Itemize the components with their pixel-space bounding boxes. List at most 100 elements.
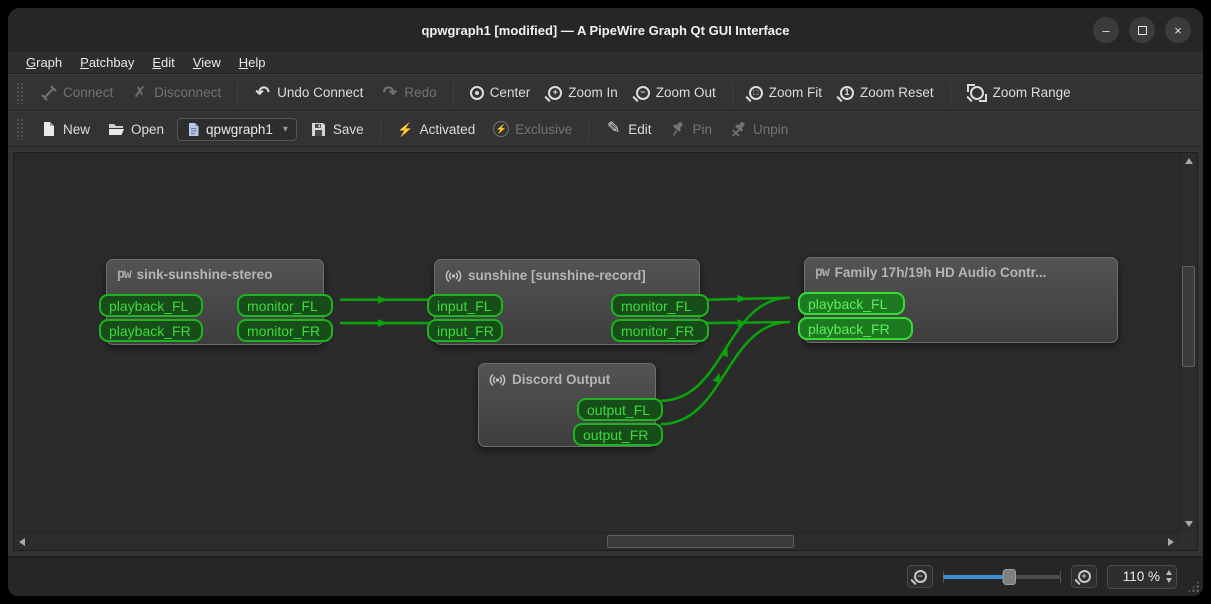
port-input-fr[interactable]: input_FR <box>427 319 503 342</box>
connect-button[interactable]: Connect <box>31 80 122 105</box>
redo-icon: ↷ <box>381 84 398 101</box>
title-bar[interactable]: qpwgraph1 [modified] — A PipeWire Graph … <box>8 8 1203 52</box>
edit-button[interactable]: ✎ Edit <box>596 117 660 142</box>
port-playback-fr[interactable]: playback_FR <box>798 317 913 340</box>
node-sink-sunshine-stereo[interactable]: pw sink-sunshine-stereo playback_FL play… <box>106 259 324 345</box>
audio-app-icon <box>489 371 506 388</box>
center-label: Center <box>490 85 531 100</box>
port-monitor-fr[interactable]: monitor_FR <box>237 319 333 342</box>
open-button[interactable]: Open <box>99 117 173 142</box>
node-sunshine[interactable]: sunshine [sunshine-record] input_FL inpu… <box>434 259 700 345</box>
scrollbar-corner <box>1179 532 1197 550</box>
spin-down-button[interactable] <box>1166 578 1172 583</box>
exclusive-label: Exclusive <box>515 122 572 137</box>
menu-bar: Graph Patchbay Edit View Help <box>8 52 1203 74</box>
activated-lightning-icon: ⚡ <box>397 121 414 138</box>
vertical-scrollbar[interactable] <box>1179 153 1197 532</box>
center-icon <box>470 86 484 100</box>
toolbar-separator <box>950 81 951 105</box>
zoom-range-button[interactable]: Zoom Range <box>958 80 1080 106</box>
open-folder-icon <box>108 121 125 138</box>
horizontal-scrollbar[interactable] <box>14 532 1179 550</box>
node-discord-output[interactable]: Discord Output output_FL output_FR <box>478 363 656 447</box>
redo-button[interactable]: ↷ Redo <box>372 80 445 105</box>
pipewire-icon: pw <box>117 267 131 282</box>
zoom-in-button[interactable]: + Zoom In <box>539 81 627 104</box>
patchbay-selector[interactable]: qpwgraph1 ▾ <box>177 118 297 141</box>
scroll-down-button[interactable] <box>1181 516 1197 532</box>
port-monitor-fl[interactable]: monitor_FL <box>237 294 333 317</box>
zoom-range-label: Zoom Range <box>993 85 1071 100</box>
menu-patchbay[interactable]: Patchbay <box>72 54 142 71</box>
graph-canvas[interactable]: pw sink-sunshine-stereo playback_FL play… <box>14 153 1179 532</box>
scroll-left-button[interactable] <box>14 534 30 550</box>
menu-view[interactable]: View <box>185 54 229 71</box>
connect-icon <box>40 84 57 101</box>
menu-help[interactable]: Help <box>231 54 274 71</box>
toolbar-drag-handle[interactable] <box>16 118 23 140</box>
zoom-reset-icon: 1 <box>840 86 854 100</box>
open-label: Open <box>131 122 164 137</box>
undo-connect-label: Undo Connect <box>277 85 363 100</box>
activated-label: Activated <box>420 122 476 137</box>
edit-pencil-icon: ✎ <box>605 121 622 138</box>
scroll-up-button[interactable] <box>1181 153 1197 169</box>
chevron-down-icon: ▾ <box>283 124 288 135</box>
exclusive-button[interactable]: ⚡ Exclusive <box>484 117 581 141</box>
pin-button[interactable]: Pin <box>661 117 722 142</box>
node-title: sink-sunshine-stereo <box>137 267 273 282</box>
minimize-button[interactable]: – <box>1093 17 1119 43</box>
zoom-reset-button[interactable]: 1 Zoom Reset <box>831 81 943 104</box>
unpin-icon <box>730 121 747 138</box>
port-output-fr[interactable]: output_FR <box>573 423 663 446</box>
port-playback-fr[interactable]: playback_FR <box>99 319 203 342</box>
horizontal-scroll-thumb[interactable] <box>607 535 794 548</box>
zoom-percent-spinbox[interactable]: 110 % <box>1107 565 1177 589</box>
disconnect-label: Disconnect <box>154 85 221 100</box>
menu-edit[interactable]: Edit <box>144 54 182 71</box>
disconnect-button[interactable]: ✗ Disconnect <box>122 80 230 105</box>
port-playback-fl[interactable]: playback_FL <box>99 294 203 317</box>
port-playback-fl[interactable]: playback_FL <box>798 292 905 315</box>
port-output-fl[interactable]: output_FL <box>577 398 663 421</box>
zoom-out-button[interactable]: − Zoom Out <box>627 81 725 104</box>
toolbar-separator <box>380 117 381 141</box>
zoom-in-icon: + <box>548 86 562 100</box>
undo-icon: ↶ <box>254 84 271 101</box>
spin-up-button[interactable] <box>1166 570 1172 575</box>
undo-connect-button[interactable]: ↶ Undo Connect <box>245 80 372 105</box>
port-input-fl[interactable]: input_FL <box>427 294 503 317</box>
unpin-button[interactable]: Unpin <box>721 117 797 142</box>
save-label: Save <box>333 122 364 137</box>
save-button[interactable]: Save <box>301 117 373 142</box>
node-family-hd-audio[interactable]: pw Family 17h/19h HD Audio Contr... play… <box>804 257 1118 343</box>
vertical-scroll-thumb[interactable] <box>1182 266 1195 367</box>
port-monitor-fl[interactable]: monitor_FL <box>611 294 709 317</box>
scroll-right-button[interactable] <box>1163 534 1179 550</box>
disconnect-icon: ✗ <box>131 84 148 101</box>
new-button[interactable]: New <box>31 117 99 142</box>
toolbar-separator <box>732 81 733 105</box>
center-button[interactable]: Center <box>461 81 540 104</box>
main-area: pw sink-sunshine-stereo playback_FL play… <box>8 147 1203 556</box>
app-window: qpwgraph1 [modified] — A PipeWire Graph … <box>8 8 1203 596</box>
toolbar-drag-handle[interactable] <box>16 82 23 104</box>
zoom-fit-button[interactable]: □ Zoom Fit <box>740 81 831 104</box>
maximize-button[interactable] <box>1129 17 1155 43</box>
connect-label: Connect <box>63 85 113 100</box>
minimize-icon: – <box>1102 23 1109 38</box>
toolbar-separator <box>237 81 238 105</box>
zoom-slider[interactable] <box>943 569 1061 585</box>
activated-button[interactable]: ⚡ Activated <box>388 117 485 142</box>
status-zoom-in-button[interactable]: + <box>1071 565 1097 588</box>
new-label: New <box>63 122 90 137</box>
menu-graph[interactable]: Graph <box>18 54 70 71</box>
zoom-slider-handle[interactable] <box>1003 569 1016 585</box>
edit-label: Edit <box>628 122 651 137</box>
node-title: sunshine [sunshine-record] <box>468 268 646 283</box>
pin-icon <box>670 121 687 138</box>
resize-grip[interactable] <box>1187 580 1200 593</box>
port-monitor-fr[interactable]: monitor_FR <box>611 319 709 342</box>
status-zoom-out-button[interactable]: − <box>907 565 933 588</box>
close-button[interactable]: × <box>1165 17 1191 43</box>
